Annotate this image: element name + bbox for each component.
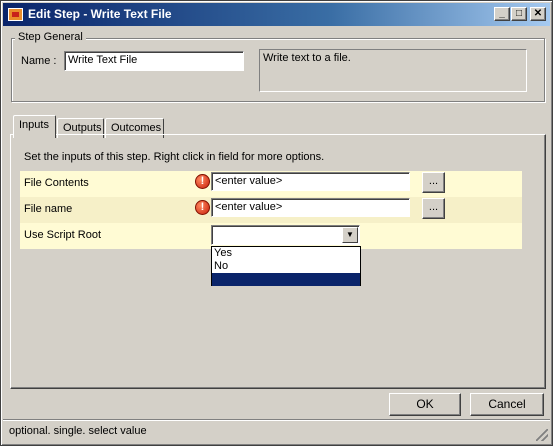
error-icon: ! (195, 200, 210, 215)
inputs-hint: Set the inputs of this step. Right click… (24, 151, 325, 163)
use-script-root-select[interactable]: ▼ (211, 225, 360, 245)
dropdown-option-yes[interactable]: Yes (212, 247, 360, 260)
edit-step-window: Edit Step - Write Text File _ □ ✕ Step G… (0, 0, 553, 446)
title-bar[interactable]: Edit Step - Write Text File _ □ ✕ (3, 3, 550, 26)
file-contents-browse-button[interactable]: ... (422, 172, 445, 193)
window-title: Edit Step - Write Text File (28, 7, 172, 21)
close-button[interactable]: ✕ (530, 7, 546, 21)
dropdown-option-no[interactable]: No (212, 260, 360, 273)
description-box[interactable]: Write text to a file. (259, 49, 527, 92)
file-contents-input[interactable]: <enter value> (211, 172, 410, 191)
file-contents-label: File Contents (24, 177, 89, 189)
error-icon: ! (195, 174, 210, 189)
chevron-down-icon[interactable]: ▼ (342, 227, 358, 243)
cancel-button[interactable]: Cancel (470, 393, 544, 416)
dropdown-option-empty[interactable] (212, 273, 360, 286)
file-name-label: File name (24, 203, 73, 215)
step-general-legend: Step General (15, 31, 86, 43)
use-script-root-label: Use Script Root (24, 229, 102, 241)
tab-inputs[interactable]: Inputs (13, 115, 56, 138)
name-input[interactable]: Write Text File (64, 51, 244, 71)
file-name-browse-button[interactable]: ... (422, 198, 445, 219)
file-name-input[interactable]: <enter value> (211, 198, 410, 217)
status-bar: optional. single. select value (3, 419, 550, 443)
name-label: Name : (21, 55, 57, 67)
app-icon (8, 8, 23, 21)
ok-button[interactable]: OK (389, 393, 461, 416)
use-script-root-dropdown[interactable]: Yes No (211, 246, 361, 286)
resize-grip-icon[interactable] (536, 429, 548, 441)
maximize-button[interactable]: □ (511, 7, 527, 21)
minimize-button[interactable]: _ (494, 7, 510, 21)
status-text: optional. single. select value (9, 425, 147, 437)
